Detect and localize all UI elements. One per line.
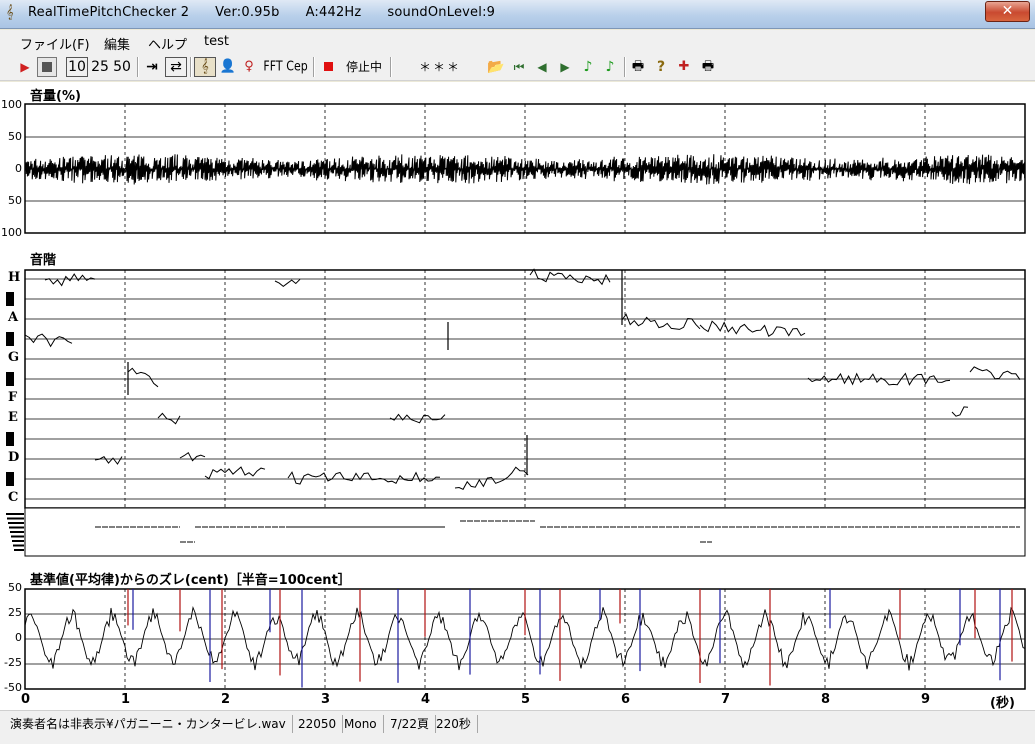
printer-icon[interactable]: 🖶 bbox=[699, 57, 717, 77]
status-bar: 演奏者名は非表示¥パガニーニ・カンタービレ.wav 22050 Mono 7/2… bbox=[0, 710, 1035, 744]
version: Ver:0.95b bbox=[215, 5, 280, 20]
volume-y-label: 100 bbox=[1, 98, 22, 111]
print-icon[interactable]: 🖶 bbox=[629, 57, 647, 77]
x-axis-label: 8 bbox=[821, 692, 831, 707]
step-forward-icon[interactable]: ▶ bbox=[556, 57, 574, 77]
menu-file[interactable]: ファイル(F) bbox=[20, 34, 90, 53]
deviation-y-label: 25 bbox=[8, 606, 22, 619]
close-button[interactable]: ✕ bbox=[985, 1, 1030, 22]
piano-black-key bbox=[6, 472, 14, 486]
volume-y-label: 50 bbox=[8, 194, 22, 207]
volume-y-label: 0 bbox=[15, 162, 22, 175]
menu-help[interactable]: ヘルプ bbox=[148, 34, 187, 53]
note-alt-icon[interactable]: ♪ bbox=[601, 57, 619, 77]
menu-bar: ファイル(F) 編集 ヘルプ test bbox=[0, 30, 1035, 54]
volume-title: 音量(%) bbox=[30, 89, 81, 104]
step-back-icon[interactable]: ◀ bbox=[533, 57, 551, 77]
app-icon[interactable]: 𝄞 bbox=[6, 6, 20, 20]
x-axis-unit: (秒) bbox=[990, 696, 1015, 711]
menu-test[interactable]: test bbox=[204, 34, 229, 49]
toolbar-separator bbox=[624, 57, 626, 77]
x-axis-label: 6 bbox=[621, 692, 631, 707]
scale-title: 音階 bbox=[30, 253, 57, 268]
title-bar: 𝄞 RealTimePitchChecker 2 Ver:0.95b A:442Hz… bbox=[0, 0, 1035, 29]
window-title: RealTimePitchChecker 2 Ver:0.95b A:442Hz so… bbox=[28, 5, 521, 20]
status-file: 演奏者名は非表示¥パガニーニ・カンタービレ.wav bbox=[10, 715, 293, 733]
loop-icon[interactable]: ⇄ bbox=[165, 57, 187, 77]
help-icon[interactable]: ? bbox=[652, 57, 670, 77]
toolbar-separator bbox=[390, 57, 392, 77]
note-label-g: G bbox=[8, 350, 20, 365]
note-label-d: D bbox=[8, 450, 20, 465]
x-axis-label: 0 bbox=[21, 692, 31, 707]
person-icon[interactable]: 👤 bbox=[219, 57, 237, 77]
jump-end-icon[interactable]: ⇥ bbox=[143, 57, 161, 77]
pitch-reference: A:442Hz bbox=[305, 5, 362, 20]
toolbar-separator bbox=[137, 57, 139, 77]
speed-25-button[interactable]: 25 bbox=[90, 57, 110, 77]
x-axis-label: 5 bbox=[521, 692, 531, 707]
app-name: RealTimePitchChecker 2 bbox=[28, 5, 190, 20]
note-label-e: E bbox=[8, 410, 18, 425]
speed-50-button[interactable]: 50 bbox=[112, 57, 132, 77]
status-rate: 22050 bbox=[298, 715, 344, 733]
x-axis-label: 4 bbox=[421, 692, 431, 707]
deviation-title: 基準値(平均律)からのズレ(cent)［半音=100cent］ bbox=[30, 573, 351, 588]
cep-button[interactable]: Cep bbox=[286, 55, 308, 79]
piano-black-key bbox=[6, 292, 14, 306]
play-icon[interactable]: ▶ bbox=[16, 57, 34, 77]
deviation-y-label: -25 bbox=[4, 656, 22, 669]
record-icon[interactable] bbox=[320, 57, 336, 77]
x-axis-label: 3 bbox=[321, 692, 331, 707]
volume-y-label: 50 bbox=[8, 130, 22, 143]
deviation-y-label: -50 bbox=[4, 681, 22, 694]
toolbar-separator bbox=[313, 57, 315, 77]
singer-icon[interactable]: ♀ bbox=[240, 57, 258, 77]
speed-10-button[interactable]: 10 bbox=[66, 57, 88, 77]
status-length: 220秒 bbox=[436, 715, 478, 733]
piano-black-key bbox=[6, 432, 14, 446]
fft-button[interactable]: FFT bbox=[262, 55, 284, 79]
menu-edit[interactable]: 編集 bbox=[104, 34, 130, 53]
sound-on-level: soundOnLevel:9 bbox=[387, 5, 496, 20]
status-label: 停止中 bbox=[345, 60, 382, 74]
deviation-y-label: 50 bbox=[8, 581, 22, 594]
deviation-y-label: 0 bbox=[15, 631, 22, 644]
note-label-f: F bbox=[8, 390, 18, 405]
note-label-a: A bbox=[8, 310, 19, 325]
toolbar: ▶ 10 25 50 ⇥ ⇄ 𝄞 👤 ♀ FFT Cep 停止中 ＊＊＊ 📂 ⏮… bbox=[0, 54, 1035, 81]
note-label-c: C bbox=[8, 490, 19, 505]
x-axis-label: 9 bbox=[921, 692, 931, 707]
piano-black-key bbox=[6, 372, 14, 386]
violin-icon[interactable]: 𝄞 bbox=[194, 57, 216, 77]
note-icon[interactable]: ♪ bbox=[579, 57, 597, 77]
status-channels: Mono bbox=[344, 715, 384, 733]
stop-icon[interactable] bbox=[37, 57, 57, 77]
piano-black-key bbox=[6, 332, 14, 346]
x-axis-label: 1 bbox=[121, 692, 131, 707]
stars-display: ＊＊＊ bbox=[418, 60, 461, 74]
toolbar-separator bbox=[190, 57, 192, 77]
x-axis-label: 2 bbox=[221, 692, 231, 707]
status-page: 7/22頁 bbox=[390, 715, 436, 733]
marker-icon[interactable]: ✚ bbox=[675, 57, 693, 77]
x-axis-label: 7 bbox=[721, 692, 731, 707]
graph-area bbox=[0, 82, 1035, 710]
note-label-h: H bbox=[8, 270, 21, 285]
volume-y-label: 100 bbox=[1, 226, 22, 239]
skip-start-icon[interactable]: ⏮ bbox=[510, 57, 528, 77]
open-folder-icon[interactable]: 📂 bbox=[487, 57, 505, 77]
